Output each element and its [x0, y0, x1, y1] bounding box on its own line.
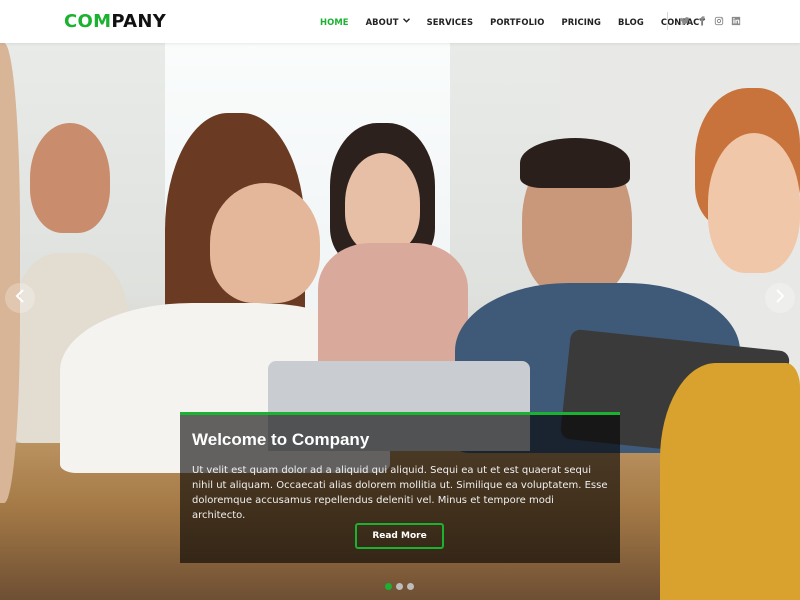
- logo-rest: PANY: [111, 11, 167, 32]
- read-more-button[interactable]: Read More: [355, 523, 444, 549]
- slider-dot-3[interactable]: [407, 583, 414, 590]
- hero-slider: Welcome to Company Ut velit est quam dol…: [0, 43, 800, 600]
- chevron-left-icon: [15, 288, 25, 308]
- nav-item-services[interactable]: SERVICES: [427, 17, 474, 27]
- nav-item-pricing[interactable]: PRICING: [561, 17, 601, 27]
- chevron-down-icon: [402, 17, 410, 25]
- site-header: COMPANY HOME ABOUT SERVICES PORTFOLIO PR…: [0, 0, 800, 43]
- nav-item-blog[interactable]: BLOG: [618, 17, 644, 27]
- main-nav: HOME ABOUT SERVICES PORTFOLIO PRICING BL…: [320, 0, 722, 43]
- nav-item-home[interactable]: HOME: [320, 17, 349, 27]
- twitter-icon[interactable]: [680, 15, 690, 27]
- slider-dot-1[interactable]: [385, 583, 392, 590]
- logo[interactable]: COMPANY: [64, 11, 166, 32]
- facebook-icon[interactable]: [697, 15, 707, 27]
- hero-body: Ut velit est quam dolor ad a aliquid qui…: [192, 465, 608, 521]
- hero-title: Welcome to Company: [192, 430, 370, 449]
- nav-item-portfolio[interactable]: PORTFOLIO: [490, 17, 544, 27]
- slider-prev-button[interactable]: [5, 283, 35, 313]
- slider-next-button[interactable]: [765, 283, 795, 313]
- slider-dots: [385, 583, 414, 590]
- instagram-icon[interactable]: [714, 15, 724, 27]
- nav-divider: [667, 12, 668, 30]
- linkedin-icon[interactable]: [731, 15, 741, 27]
- hero-caption: Welcome to Company Ut velit est quam dol…: [180, 412, 620, 563]
- social-links: [680, 15, 741, 27]
- logo-accent: COM: [64, 11, 112, 32]
- slider-dot-2[interactable]: [396, 583, 403, 590]
- nav-item-about[interactable]: ABOUT: [366, 17, 410, 27]
- nav-item-about-label: ABOUT: [365, 16, 399, 27]
- chevron-right-icon: [775, 288, 785, 308]
